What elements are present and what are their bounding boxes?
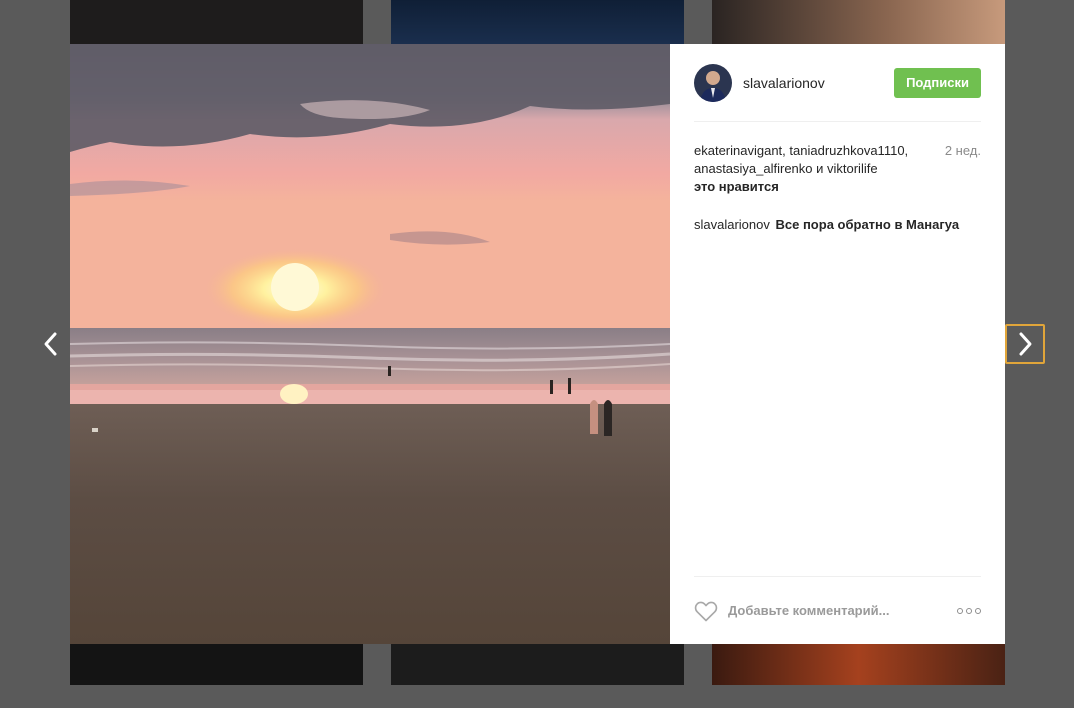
previous-post-button[interactable] (31, 324, 71, 364)
post-sidebar: slavalarionov Подписки ekaterinavigant, … (670, 44, 1005, 644)
feed-thumbnail[interactable] (712, 0, 1005, 44)
follow-button[interactable]: Подписки (894, 67, 981, 98)
heart-icon[interactable] (694, 600, 718, 622)
feed-thumbnail[interactable] (70, 0, 363, 44)
chevron-right-icon (1019, 332, 1032, 356)
feed-thumbnail[interactable] (391, 644, 684, 685)
dot (966, 607, 972, 614)
dot (975, 607, 981, 614)
post-modal: slavalarionov Подписки ekaterinavigant, … (70, 44, 1005, 644)
next-post-button[interactable] (1005, 324, 1045, 364)
post-photo[interactable] (70, 44, 670, 644)
caption-username[interactable]: slavalarionov (694, 217, 770, 232)
comment-bar (694, 576, 981, 644)
likes-summary: ekaterinavigant, taniadruzhkova1110, ana… (694, 142, 981, 196)
comment-input[interactable] (728, 603, 957, 618)
caption-text: Все пора обратно в Манагуа (775, 217, 960, 232)
likes-suffix: это нравится (694, 179, 779, 194)
avatar[interactable] (694, 63, 732, 102)
likes-users[interactable]: ekaterinavigant, taniadruzhkova1110, ana… (694, 142, 981, 178)
chevron-left-icon (44, 332, 57, 356)
feed-thumbnail[interactable] (391, 0, 684, 44)
feed-thumbnail[interactable] (70, 644, 363, 685)
avatar-image (694, 63, 732, 102)
post-header: slavalarionov Подписки (694, 44, 981, 122)
more-options-icon[interactable] (957, 604, 981, 618)
post-timestamp[interactable]: 2 нед. (945, 142, 981, 160)
sunset-beach-photo (70, 44, 670, 644)
author-username[interactable]: slavalarionov (743, 75, 894, 91)
dot (957, 607, 963, 614)
post-caption: slavalarionov Все пора обратно в Манагуа (694, 216, 981, 234)
feed-thumbnail[interactable] (712, 644, 1005, 685)
